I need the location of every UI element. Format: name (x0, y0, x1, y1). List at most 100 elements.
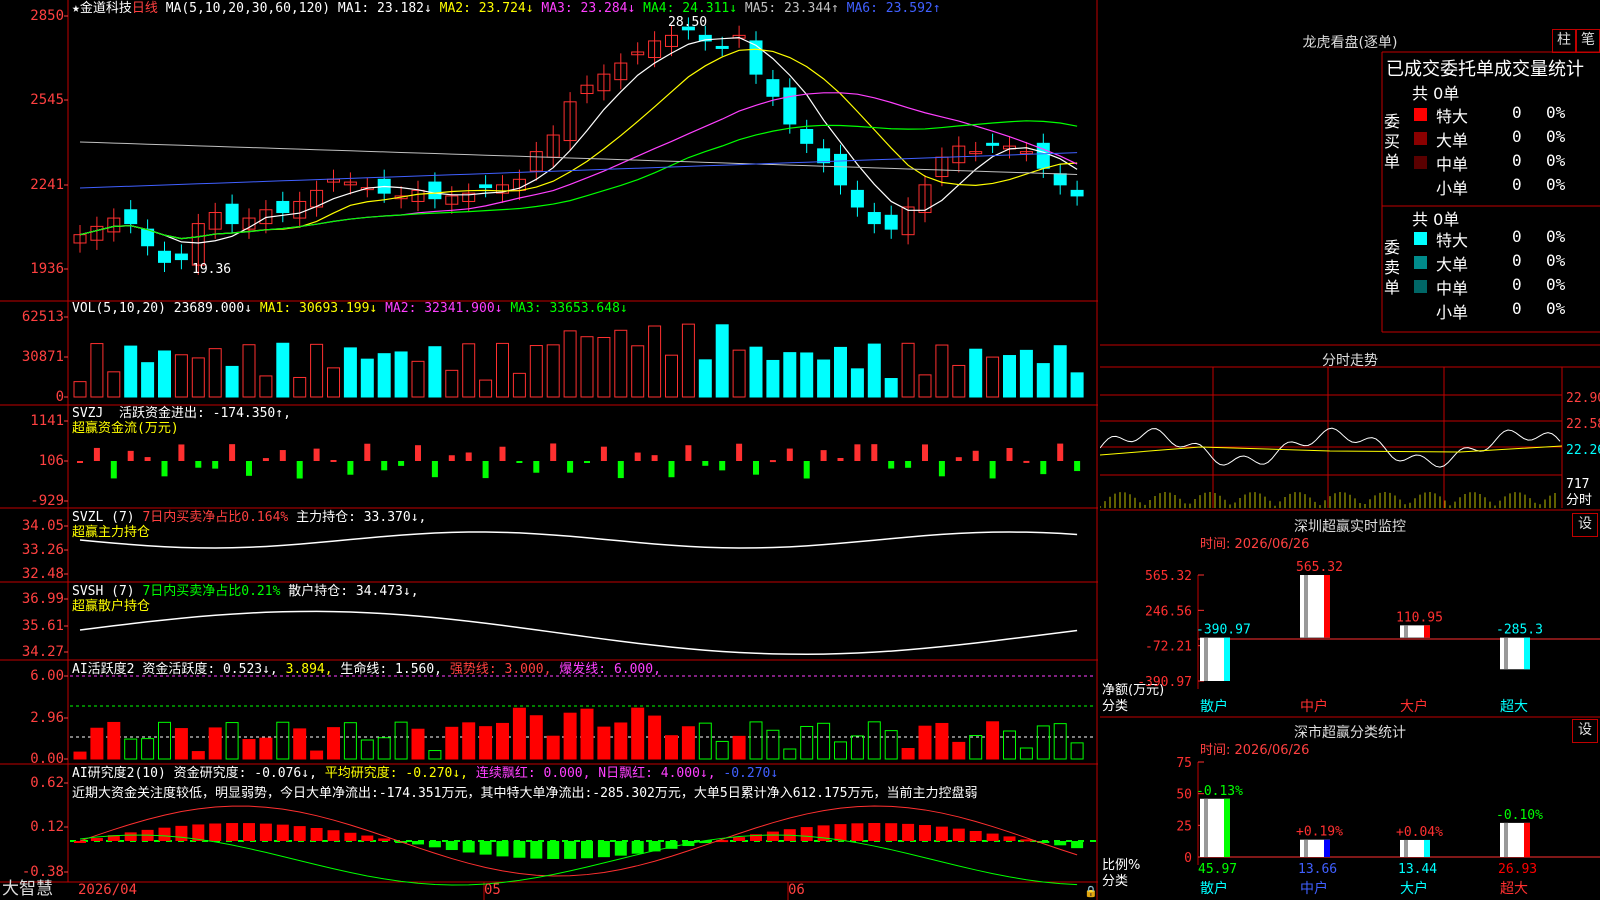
sz-monitor-axis-label: -72.21 (1145, 640, 1192, 655)
ma-value-4: MA4: 24.311↓ (635, 1, 738, 16)
ai-active-bar (800, 725, 814, 760)
svzj-bar (820, 450, 827, 461)
ai-active-bar (1019, 747, 1033, 760)
ai-active-bar (496, 722, 509, 760)
volume-bar (1053, 345, 1067, 398)
ai-research-bar (344, 832, 357, 841)
svzj-bar (347, 461, 354, 475)
svzj-bar (431, 461, 438, 478)
sz-class-category-2: 中户 (1300, 880, 1328, 897)
price-axis-2545: 2545 (30, 92, 64, 108)
sz-monitor-bar-shade-2 (1304, 575, 1308, 638)
ai-active-bar (766, 729, 780, 760)
ai-active-bar (529, 715, 543, 760)
sz-monitor-value-label-2: 565.32 (1296, 560, 1343, 575)
favorite-star-icon[interactable]: ★ (72, 1, 80, 16)
volume-bar (749, 346, 763, 398)
candle-body (800, 128, 814, 144)
svzj-bar (279, 450, 286, 461)
svsh-sub: 超赢散户持仓 (72, 599, 151, 614)
sz-monitor-bar-shade-4 (1504, 637, 1508, 670)
volume-bar (766, 359, 780, 398)
ai-active-bar (681, 726, 695, 760)
volume-bar (1019, 349, 1033, 398)
ai-research-bar (496, 841, 509, 857)
ai-research-bar (952, 828, 965, 841)
volume-bar (648, 325, 662, 398)
svzl-header: SVZL (7) 7日内买卖净占比0.164% 主力持仓: 33.370↓, (72, 510, 427, 525)
sz-class-bar-shade-3 (1404, 839, 1408, 857)
ai-research-bar (597, 841, 610, 858)
svzj-bar (938, 461, 945, 477)
date-axis-jun: 06 (788, 882, 805, 898)
svzj-bar (854, 444, 861, 461)
ai-active-bar (783, 748, 797, 760)
svzj-bar (1074, 461, 1081, 472)
ai-active-bar (834, 741, 847, 760)
svzj-bar (905, 461, 912, 468)
ai-research-axis-top: 0.62 (30, 775, 64, 791)
volume-bar (1003, 355, 1016, 398)
sz-monitor-axis-label: 565.32 (1145, 569, 1192, 584)
volume-bar (310, 343, 324, 398)
period-label[interactable]: 日线 (132, 1, 158, 16)
ai-research-bar (935, 826, 948, 841)
volume-bar (563, 330, 577, 398)
svzj-bar (786, 448, 793, 461)
ai-research-bar (614, 841, 627, 856)
ai-research-bar (766, 831, 779, 841)
ai-active-bar (208, 727, 222, 760)
ai-active-bar (614, 722, 628, 760)
ai-research-bar (361, 835, 374, 841)
svsh-axis-top: 36.99 (21, 591, 64, 607)
svzj-bar (888, 461, 895, 469)
ma-value-3: MA3: 23.284↓ (533, 1, 636, 16)
ai-research-bar (124, 832, 137, 841)
svzj-bar (212, 461, 219, 469)
ai-research-bar (412, 841, 424, 845)
svzj-bar (584, 461, 590, 464)
svzj-bar (1023, 460, 1030, 463)
ai-active-bar (360, 739, 374, 760)
volume-bar (107, 371, 121, 398)
volume-bar (614, 329, 628, 398)
lock-icon[interactable]: 🔒 (1084, 884, 1098, 899)
ai-research-bar (158, 827, 171, 841)
stock-name: 金道科技 (79, 1, 132, 16)
sz-class-bottom-label-4: 26.93 (1498, 862, 1537, 877)
ai-active-bar (293, 728, 307, 760)
candle-body (766, 79, 780, 97)
ai-research-bar (513, 841, 526, 858)
sz-monitor-bar-accent-4 (1524, 637, 1530, 670)
ai-research-bar (226, 823, 239, 841)
svzj-bar (600, 446, 607, 461)
ai-active-bar (1036, 725, 1050, 760)
volume-bar (496, 342, 509, 398)
sz-monitor-category-1: 散户 (1200, 698, 1228, 715)
chart-area[interactable]: ★金道科技日线 MA(5,10,20,30,60,120) MA1: 23.18… (0, 0, 1098, 900)
volume-bar (867, 343, 881, 398)
sz-monitor-bar-shade-1 (1204, 637, 1208, 681)
svsh-header: SVSH (7) 7日内买卖净占比0.21% 散户持仓: 34.473↓, (72, 584, 419, 599)
ai-research-bar (428, 841, 441, 848)
sz-class-bottom-label-1: 45.97 (1198, 862, 1237, 877)
ai-research-bar (293, 826, 306, 841)
svzj-bar (1057, 443, 1064, 461)
sz-class-category-1: 散户 (1200, 880, 1228, 897)
ai-research-bar (800, 827, 813, 841)
volume-bar (884, 378, 898, 398)
ai-research-bar (1003, 836, 1016, 841)
ai-active-bar (901, 748, 915, 760)
volume-bar (783, 352, 797, 398)
candle-body (174, 253, 188, 261)
ai-research-bar (902, 823, 915, 841)
chart-canvas[interactable] (0, 0, 1098, 900)
candle-body (225, 203, 239, 225)
ai-research-axis-low: -0.38 (21, 864, 64, 880)
ai-research-bar (462, 841, 475, 853)
volume-bar (715, 324, 729, 398)
svzj-bar (550, 443, 557, 461)
volume-header: VOL(5,10,20) 23689.000↓ MA1: 30693.199↓ … (72, 301, 628, 316)
volume-bar (394, 351, 408, 398)
ai-research-bar (276, 824, 289, 841)
